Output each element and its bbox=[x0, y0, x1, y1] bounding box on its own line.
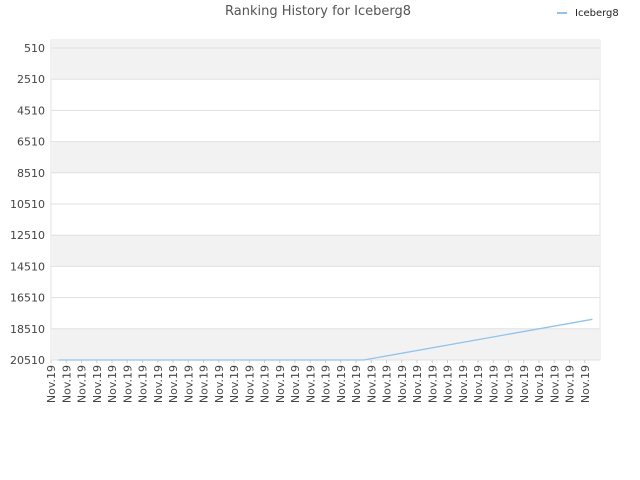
x-tick-label: Nov.19 bbox=[259, 365, 272, 403]
grid-band bbox=[51, 235, 600, 267]
x-tick-label: Nov.19 bbox=[381, 365, 394, 403]
plot-area bbox=[50, 39, 601, 361]
x-tick-label: Nov.19 bbox=[579, 365, 592, 403]
x-tick-label: Nov.19 bbox=[137, 365, 150, 403]
x-tick-label: Nov.19 bbox=[289, 365, 302, 403]
x-tick-label: Nov.19 bbox=[442, 365, 455, 403]
x-tick-label: Nov.19 bbox=[243, 365, 256, 403]
x-tick-label: Nov.19 bbox=[106, 365, 119, 403]
grid-band bbox=[51, 48, 600, 80]
x-tick-label: Nov.19 bbox=[91, 365, 104, 403]
y-tick-label: 4510 bbox=[17, 104, 45, 117]
x-tick-label: Nov.19 bbox=[411, 365, 424, 403]
grid-band bbox=[51, 328, 600, 360]
x-tick-label: Nov.19 bbox=[533, 365, 546, 403]
grid-band bbox=[51, 40, 600, 48]
y-tick-label: 12510 bbox=[10, 229, 45, 242]
x-tick-label: Nov.19 bbox=[76, 365, 89, 403]
x-tick-label: Nov.19 bbox=[548, 365, 561, 403]
x-tick-label: Nov.19 bbox=[335, 365, 348, 403]
x-tick-label: Nov.19 bbox=[426, 365, 439, 403]
x-tick-label: Nov.19 bbox=[304, 365, 317, 403]
x-tick-label: Nov.19 bbox=[274, 365, 287, 403]
y-tick-label: 2510 bbox=[17, 73, 45, 86]
x-tick-label: Nov.19 bbox=[213, 365, 226, 403]
y-tick-label: 20510 bbox=[10, 354, 45, 367]
y-tick-label: 14510 bbox=[10, 260, 45, 273]
x-tick-label: Nov.19 bbox=[60, 365, 73, 403]
x-tick-label: Nov.19 bbox=[152, 365, 165, 403]
x-tick-label: Nov.19 bbox=[518, 365, 531, 403]
x-tick-label: Nov.19 bbox=[228, 365, 241, 403]
y-tick-label: 8510 bbox=[17, 167, 45, 180]
x-tick-label: Nov.19 bbox=[320, 365, 333, 403]
x-tick-label: Nov.19 bbox=[365, 365, 378, 403]
x-tick-label: Nov.19 bbox=[457, 365, 470, 403]
x-tick-label: Nov.19 bbox=[198, 365, 211, 403]
x-tick-label: Nov.19 bbox=[564, 365, 577, 403]
x-tick-label: Nov.19 bbox=[487, 365, 500, 403]
y-tick-label: 18510 bbox=[10, 323, 45, 336]
x-tick-label: Nov.19 bbox=[472, 365, 485, 403]
x-tick-label: Nov.19 bbox=[503, 365, 516, 403]
x-tick-label: Nov.19 bbox=[167, 365, 180, 403]
x-tick-label: Nov.19 bbox=[45, 365, 58, 403]
y-tick-label: 510 bbox=[24, 42, 45, 55]
y-tick-label: 6510 bbox=[17, 136, 45, 149]
chart-plot: 510 2510 4510 6510 8510 10510 12510 14510 16510 1… bbox=[10, 39, 601, 403]
x-tick-label: Nov.19 bbox=[182, 365, 195, 403]
x-tick-label: Nov.19 bbox=[121, 365, 134, 403]
y-tick-label: 10510 bbox=[10, 198, 45, 211]
y-tick-label: 16510 bbox=[10, 292, 45, 305]
x-tick-label: Nov.19 bbox=[396, 365, 409, 403]
grid-band bbox=[51, 141, 600, 173]
x-tick-label: Nov.19 bbox=[350, 365, 363, 403]
